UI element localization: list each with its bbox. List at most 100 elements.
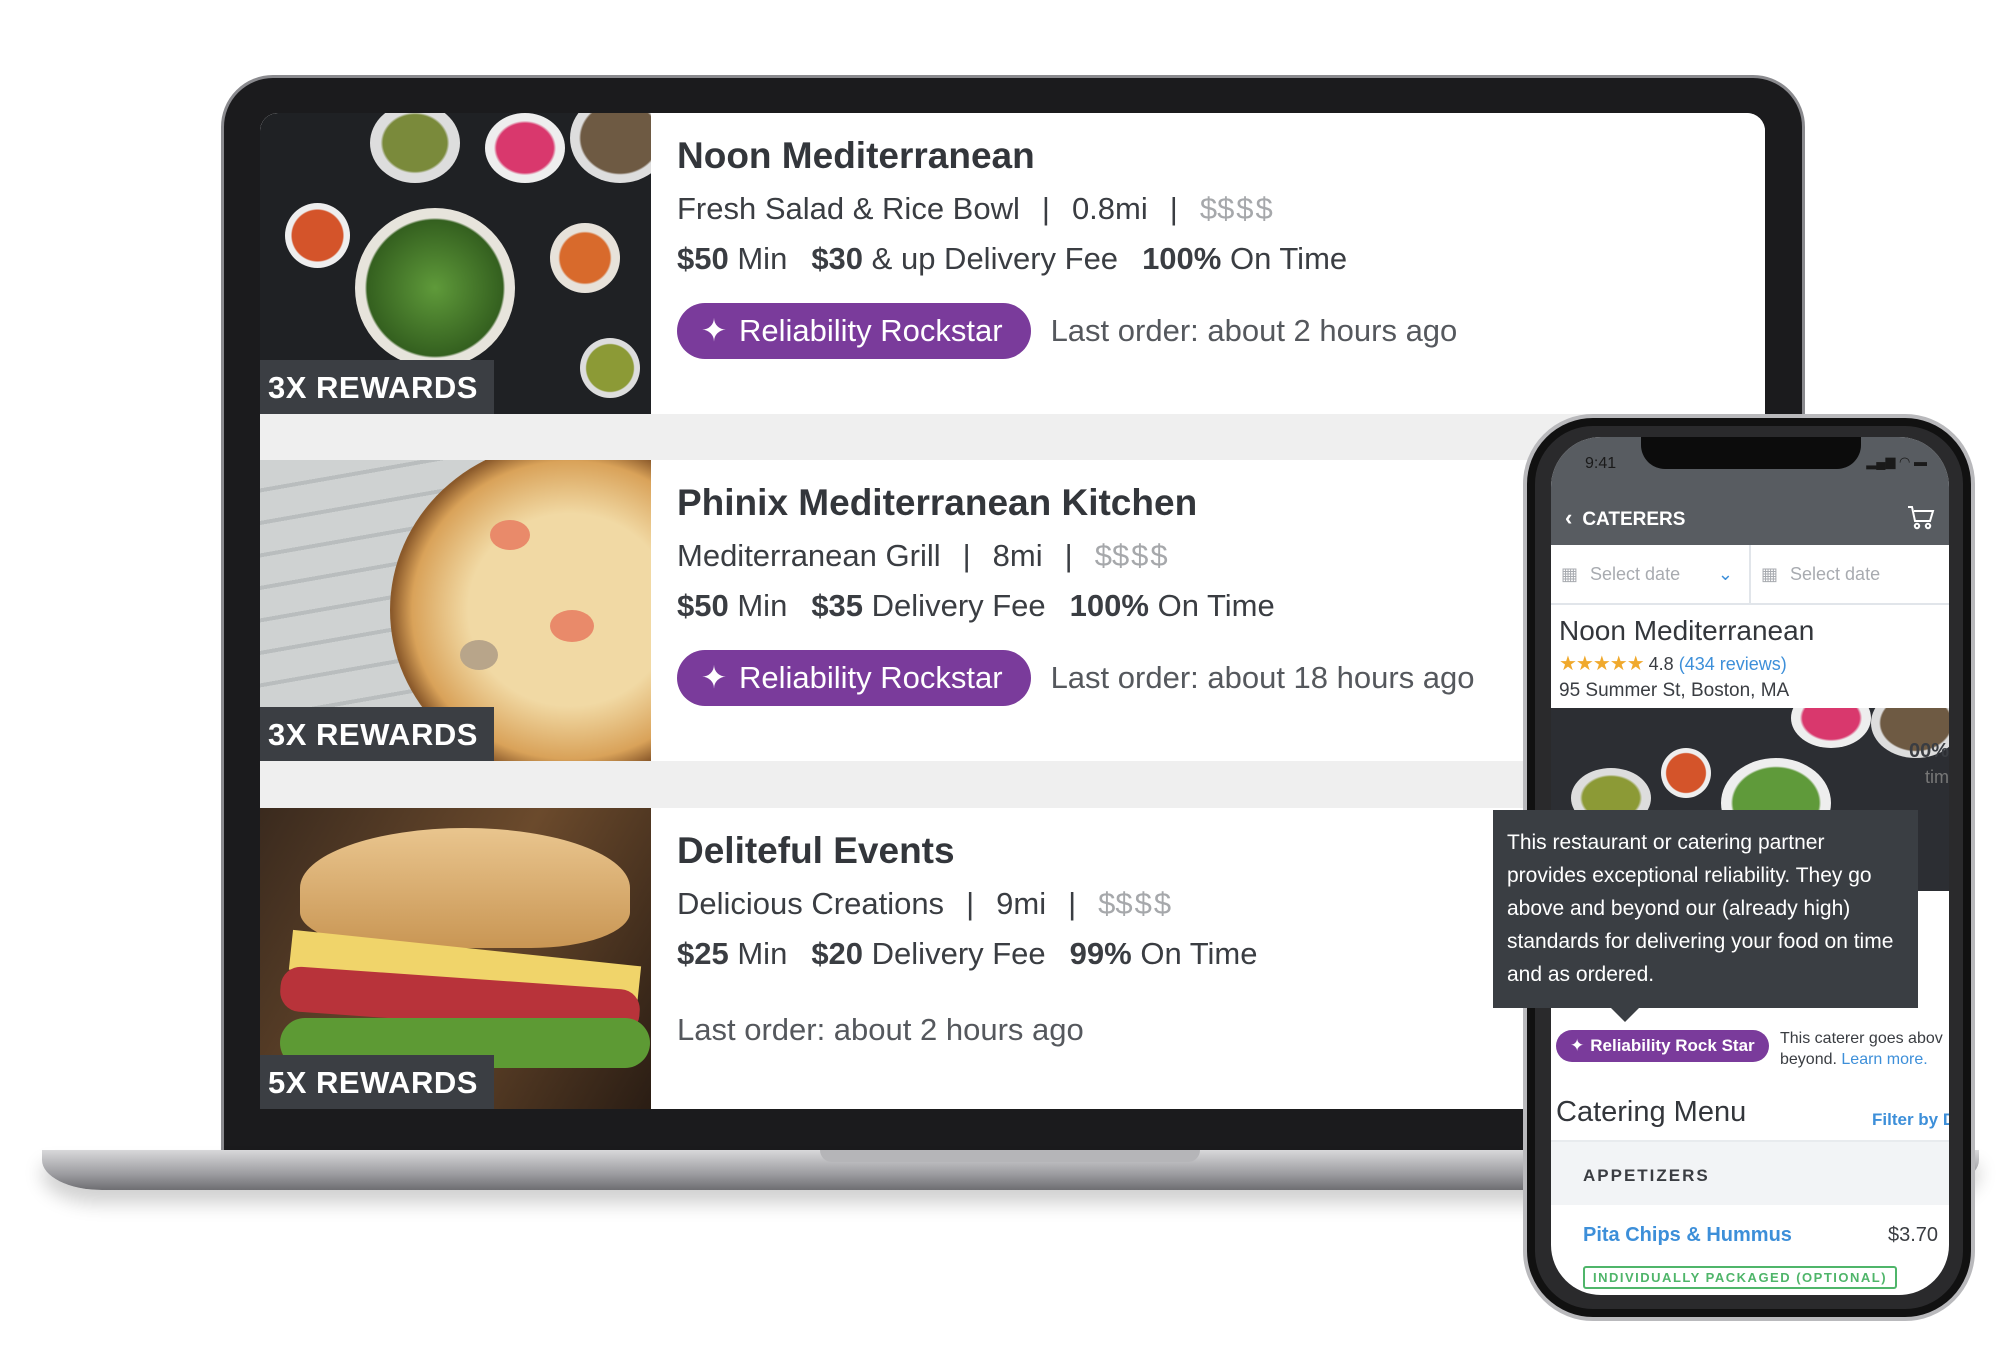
reviews-link[interactable]: (434 reviews)	[1679, 654, 1787, 674]
on-time-rate: 100%	[1142, 241, 1222, 276]
star-rating-icon: ★★★★★	[1559, 653, 1645, 675]
rewards-badge: 3X REWARDS	[260, 707, 494, 761]
badge-desc-text: beyond.	[1780, 1051, 1837, 1068]
restaurant-name[interactable]: Phinix Mediterranean Kitchen	[677, 482, 1475, 524]
delivery-fee: $30	[811, 241, 864, 276]
restaurant-image: 3X REWARDS	[260, 113, 651, 414]
reliability-badge[interactable]: ✦ Reliability Rockstar	[677, 650, 1031, 706]
rewards-badge: 3X REWARDS	[260, 360, 494, 414]
badge-label: Reliability Rockstar	[738, 660, 1003, 695]
cuisine: Mediterranean Grill	[677, 538, 941, 573]
separator: |	[1169, 191, 1178, 226]
back-label: CATERERS	[1582, 508, 1686, 530]
min-label: Min	[737, 936, 788, 971]
clock: 9:41	[1585, 455, 1617, 472]
restaurant-details: Mediterranean Grill | 8mi | $$$$	[677, 538, 1475, 574]
reliability-badge[interactable]: ✦ Reliability Rockstar	[677, 303, 1031, 359]
caterer-title: Noon Mediterranean	[1559, 615, 1815, 646]
distance: 0.8mi	[1071, 191, 1148, 226]
menu-item-tag: INDIVIDUALLY PACKAGED (OPTIONAL)	[1583, 1266, 1898, 1289]
price-level: $	[1199, 191, 1218, 226]
date-placeholder: Select date	[1590, 563, 1681, 584]
address: 95 Summer St, Boston, MA	[1559, 680, 1790, 701]
menu-item-price: $3.70	[1888, 1224, 1939, 1246]
rating: ★★★★★ 4.8 (434 reviews)	[1559, 651, 1941, 676]
peek-label: tim	[1925, 767, 1949, 787]
min-label: Min	[737, 241, 788, 276]
min-order: $50	[677, 588, 729, 623]
separator: |	[962, 538, 971, 573]
separator: |	[966, 886, 975, 921]
chevron-left-icon: ‹	[1565, 504, 1573, 530]
reliability-tooltip: This restaurant or catering partner prov…	[1493, 810, 1918, 1022]
on-time-label: On Time	[1157, 588, 1275, 623]
rewards-badge: 5X REWARDS	[260, 1055, 494, 1109]
back-button[interactable]: ‹ CATERERS	[1565, 505, 1685, 531]
fee-label: Delivery Fee	[871, 936, 1046, 971]
menu-item-link[interactable]: Pita Chips & Hummus	[1583, 1224, 1792, 1247]
distance: 8mi	[992, 538, 1043, 573]
restaurant-image: 5X REWARDS	[260, 808, 651, 1109]
min-order: $50	[677, 241, 729, 276]
separator: |	[1068, 886, 1077, 921]
distance: 9mi	[996, 886, 1047, 921]
badge-label: Reliability Rockstar	[738, 313, 1003, 348]
fee-label: Delivery Fee	[871, 588, 1046, 623]
calendar-icon: ▦	[1561, 563, 1579, 584]
restaurant-stats: $25 Min $20 Delivery Fee 99% On Time	[677, 936, 1282, 972]
price-level-dim: $$$	[1111, 538, 1170, 573]
laptop-hinge	[820, 1150, 1200, 1162]
separator: |	[1041, 191, 1050, 226]
rating-value: 4.8	[1648, 654, 1674, 674]
calendar-icon: ▦	[1761, 563, 1779, 584]
date-selectors: ▦ Select date ⌄ ▦ Select date	[1551, 545, 1949, 605]
restaurant-details: Delicious Creations | 9mi | $$$$	[677, 886, 1282, 922]
fee-label: & up Delivery Fee	[871, 241, 1119, 276]
date-placeholder: Select date	[1790, 563, 1881, 584]
price-level: $	[1094, 538, 1112, 573]
last-order: Last order: about 2 hours ago	[1050, 313, 1458, 348]
sparkle-star-icon: ✦	[701, 313, 727, 348]
price-level-dim: $$$	[1217, 191, 1275, 226]
cart-icon[interactable]	[1907, 505, 1935, 531]
delivery-fee: $20	[811, 936, 864, 971]
restaurant-stats: $50 Min $35 Delivery Fee 100% On Time	[677, 588, 1475, 624]
badge-label: Reliability Rock Star	[1590, 1036, 1755, 1055]
date-select-start[interactable]: ▦ Select date ⌄	[1551, 545, 1749, 603]
cuisine: Fresh Salad & Rice Bowl	[677, 191, 1020, 226]
peek-stat: 00%	[1908, 740, 1949, 762]
on-time-label: On Time	[1229, 241, 1348, 276]
last-order: Last order: about 18 hours ago	[1050, 660, 1475, 695]
min-label: Min	[737, 588, 788, 623]
restaurant-name[interactable]: Noon Mediterranean	[677, 135, 1457, 177]
delivery-fee: $35	[811, 588, 864, 623]
on-time-rate: 100%	[1069, 588, 1149, 623]
restaurant-name[interactable]: Deliteful Events	[677, 830, 1282, 872]
signal-wifi-battery-icon: ▂▄▆ ◠ ▬	[1866, 454, 1927, 469]
restaurant-details: Fresh Salad & Rice Bowl | 0.8mi | $$$$	[677, 191, 1457, 227]
min-order: $25	[677, 936, 729, 971]
sparkle-star-icon: ✦	[1570, 1036, 1585, 1055]
badge-desc-text: This caterer goes abov	[1780, 1030, 1943, 1047]
on-time-label: On Time	[1140, 936, 1258, 971]
sparkle-star-icon: ✦	[701, 660, 727, 695]
separator: |	[1064, 538, 1073, 573]
date-select-end[interactable]: ▦ Select date	[1749, 545, 1949, 603]
restaurant-stats: $50 Min $30 & up Delivery Fee 100% On Time	[677, 241, 1457, 277]
on-time-rate: 99%	[1069, 936, 1132, 971]
phone-header: ‹ CATERERS	[1551, 490, 1949, 545]
last-order: Last order: about 2 hours ago	[677, 1012, 1084, 1047]
reliability-badge-mobile[interactable]: ✦ Reliability Rock Star	[1556, 1030, 1769, 1062]
price-level: $	[1098, 886, 1116, 921]
restaurant-image: 3X REWARDS	[260, 460, 651, 761]
status-bar: 9:41 ▂▄▆ ◠ ▬	[1551, 437, 1949, 490]
badge-description: This caterer goes abov beyond. Learn more…	[1780, 1028, 1948, 1070]
cuisine: Delicious Creations	[677, 886, 945, 921]
section-header: APPETIZERS	[1551, 1140, 1949, 1205]
menu-title: Catering Menu	[1556, 1096, 1747, 1128]
price-level-dim: $$$	[1115, 886, 1174, 921]
notch	[1641, 437, 1861, 469]
restaurant-card[interactable]: 3X REWARDS Noon Mediterranean Fresh Sala…	[260, 113, 1765, 414]
filter-link[interactable]: Filter by D	[1872, 1110, 1949, 1130]
learn-more-link[interactable]: Learn more.	[1841, 1051, 1927, 1068]
